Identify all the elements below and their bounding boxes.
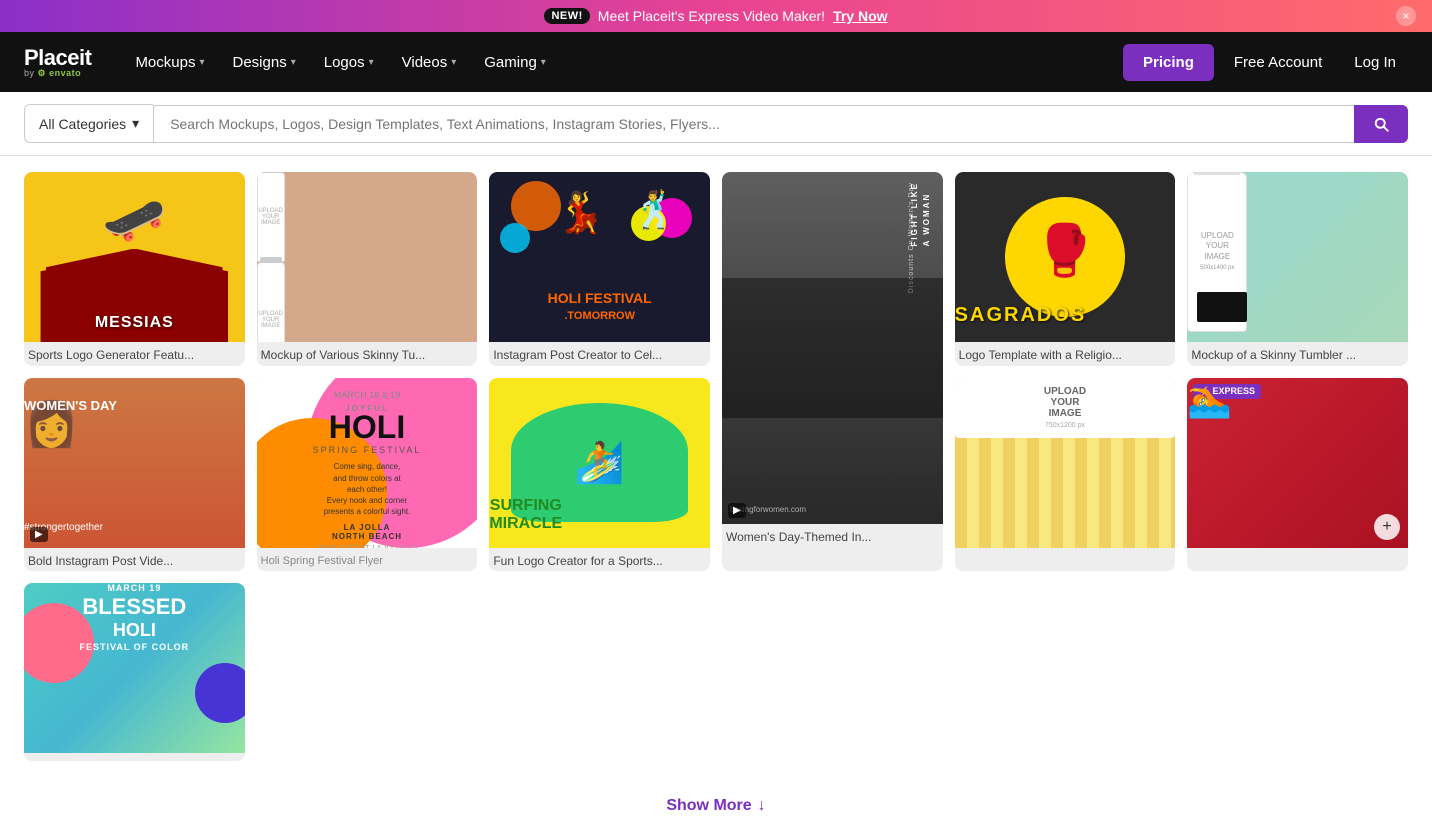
card-label	[24, 753, 245, 761]
banner-close-button[interactable]: ×	[1396, 6, 1416, 26]
card-label: Instagram Post Creator to Cel...	[489, 342, 710, 366]
free-account-button[interactable]: Free Account	[1222, 46, 1334, 79]
chevron-down-icon: ▾	[451, 57, 456, 68]
card-shirt-upload[interactable]: UPLOADYOURIMAGE750x1200 px	[955, 378, 1176, 572]
search-input[interactable]	[153, 105, 1354, 143]
card-label	[955, 548, 1176, 556]
search-category-label: All Categories	[39, 116, 126, 132]
add-icon[interactable]: +	[1374, 514, 1400, 540]
video-badge: ▶	[728, 503, 746, 518]
logo-sub: by ⚙ envato	[24, 69, 91, 78]
search-bar: All Categories ▾	[0, 92, 1432, 156]
nav-logos[interactable]: Logos ▾	[312, 46, 386, 79]
product-grid: 🛹 MESSIAS Sports Logo Generator Featu...…	[24, 172, 1408, 761]
login-button[interactable]: Log In	[1342, 46, 1408, 79]
card-sagrados-logo[interactable]: 🥊 SAGRADOS Logo Template with a Religio.…	[955, 172, 1176, 366]
logo[interactable]: Placeit by ⚙ envato	[24, 47, 91, 78]
chevron-down-icon: ▾	[132, 115, 139, 132]
card-label: Holi Spring Festival Flyer	[257, 548, 478, 570]
banner-text: Meet Placeit's Express Video Maker!	[598, 8, 825, 24]
card-label: Bold Instagram Post Vide...	[24, 548, 245, 572]
card-bold-ig-video[interactable]: WOMEN'S DAY 👩 #strongertogether ▶ Bold I…	[24, 378, 245, 572]
card-label	[1187, 548, 1408, 556]
card-sports-logo[interactable]: 🛹 MESSIAS Sports Logo Generator Featu...	[24, 172, 245, 366]
search-category-dropdown[interactable]: All Categories ▾	[24, 104, 153, 143]
chevron-down-icon: ▾	[541, 57, 546, 68]
header: Placeit by ⚙ envato Mockups ▾ Designs ▾ …	[0, 32, 1432, 92]
card-express-red[interactable]: ⚡EXPRESS 🏊 +	[1187, 378, 1408, 572]
card-surfing-logo[interactable]: 🏄 SURFINGMIRACLE Fun Logo Creator for a …	[489, 378, 710, 572]
card-label: Fun Logo Creator for a Sports...	[489, 548, 710, 572]
show-more-button[interactable]: Show More ↓	[666, 797, 765, 815]
nav-designs[interactable]: Designs ▾	[221, 46, 308, 79]
chevron-down-icon: ▾	[369, 57, 374, 68]
show-more-label: Show More	[666, 797, 751, 815]
chevron-down-icon: ▾	[199, 57, 204, 68]
card-label: Logo Template with a Religio...	[955, 342, 1176, 366]
card-holi-colorful[interactable]: MARCH 19 BLESSED HOLI FESTIVAL OF COLOR	[24, 583, 245, 761]
card-holi-flyer[interactable]: MARCH 18 & 19 JOYFUL HOLI SPRING FESTIVA…	[257, 378, 478, 572]
search-icon	[1372, 115, 1390, 133]
main-nav: Mockups ▾ Designs ▾ Logos ▾ Videos ▾ Gam…	[123, 46, 1091, 79]
main-content: 🛹 MESSIAS Sports Logo Generator Featu...…	[0, 156, 1432, 777]
nav-videos[interactable]: Videos ▾	[390, 46, 469, 79]
chevron-down-icon: ▾	[291, 57, 296, 68]
arrow-down-icon: ↓	[758, 797, 766, 815]
top-banner: NEW! Meet Placeit's Express Video Maker!…	[0, 0, 1432, 32]
nav-gaming[interactable]: Gaming ▾	[472, 46, 558, 79]
search-button[interactable]	[1354, 105, 1408, 143]
pricing-button[interactable]: Pricing	[1123, 44, 1214, 81]
card-label: Mockup of Various Skinny Tu...	[257, 342, 478, 366]
card-label: Sports Logo Generator Featu...	[24, 342, 245, 366]
nav-actions: Pricing Free Account Log In	[1123, 44, 1408, 81]
show-more-container: Show More ↓	[0, 777, 1432, 835]
video-badge: ▶	[30, 527, 48, 542]
banner-cta-link[interactable]: Try Now	[833, 8, 887, 24]
card-womens-day[interactable]: FIGHT LIKEA WOMAN Discounts On Women's D…	[722, 172, 943, 571]
card-label: Women's Day-Themed In...	[722, 524, 943, 548]
card-holi-instagram[interactable]: 💃 🕺 HOLI FESTIVAL.TOMORROW Instagram Pos…	[489, 172, 710, 366]
logo-text: Placeit	[24, 47, 91, 69]
nav-mockups[interactable]: Mockups ▾	[123, 46, 216, 79]
card-single-tumbler[interactable]: UPLOADYOURIMAGE500x1400 px Mockup of a S…	[1187, 172, 1408, 366]
card-tumblers-mockup[interactable]: UPLOADYOURIMAGE UPLOADYOURIMAGE UPLOADYO…	[257, 172, 478, 366]
new-badge: NEW!	[544, 8, 589, 24]
card-label: Mockup of a Skinny Tumbler ...	[1187, 342, 1408, 366]
